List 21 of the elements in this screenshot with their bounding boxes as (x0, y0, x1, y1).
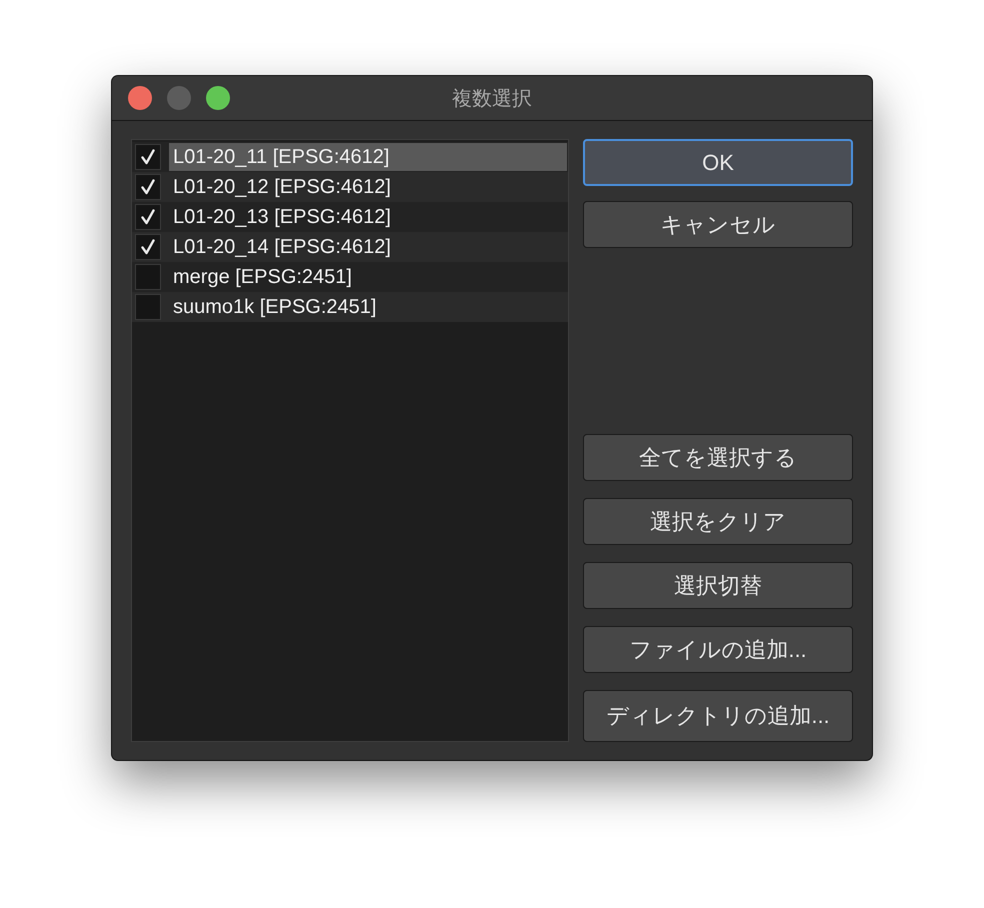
action-button[interactable]: 選択切替 (583, 562, 853, 609)
checkbox[interactable] (135, 264, 161, 290)
zoom-icon[interactable] (206, 86, 230, 110)
checkbox[interactable] (135, 144, 161, 170)
ok-button[interactable]: OK (583, 139, 853, 186)
close-icon[interactable] (128, 86, 152, 110)
checkmark-icon (141, 209, 155, 225)
checkmark-icon (141, 149, 155, 165)
action-button[interactable]: ファイルの追加... (583, 626, 853, 673)
checkbox[interactable] (135, 294, 161, 320)
checkbox[interactable] (135, 174, 161, 200)
action-button[interactable]: 選択をクリア (583, 498, 853, 545)
checkmark-icon (141, 239, 155, 255)
checkmark-icon (141, 179, 155, 195)
action-button[interactable]: 全てを選択する (583, 434, 853, 481)
cancel-button[interactable]: キャンセル (583, 201, 853, 248)
action-button[interactable]: ディレクトリの追加... (583, 690, 853, 742)
checkbox[interactable] (135, 204, 161, 230)
checkbox[interactable] (135, 234, 161, 260)
layer-item[interactable]: L01-20_11 [EPSG:4612] (169, 143, 567, 171)
window-title: 複数選択 (452, 86, 532, 112)
